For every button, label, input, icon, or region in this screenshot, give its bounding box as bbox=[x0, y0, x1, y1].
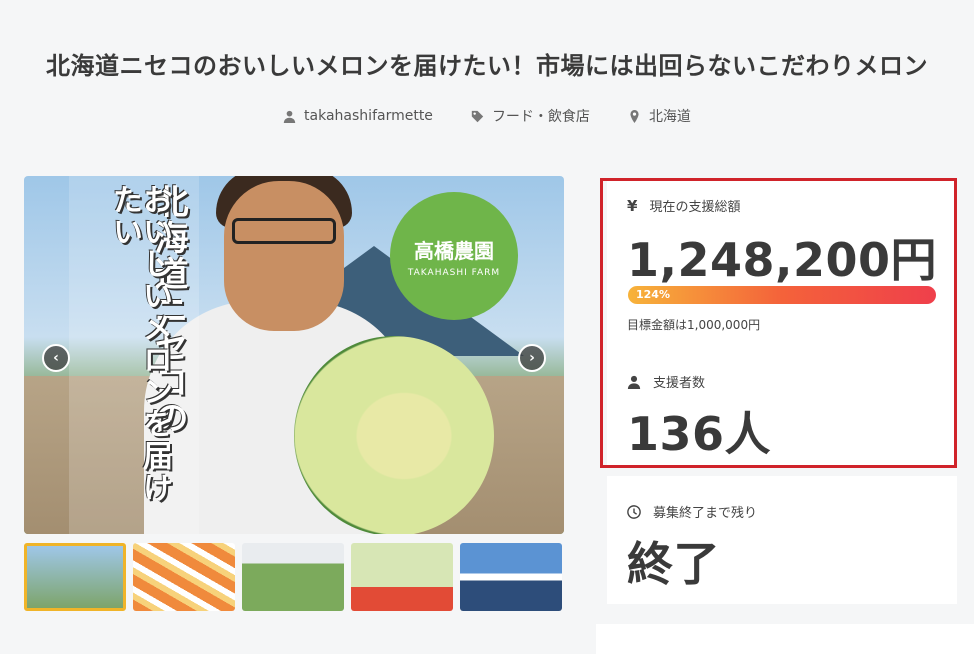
remaining-value: 終了 bbox=[627, 537, 720, 591]
next-image-button[interactable]: › bbox=[518, 344, 546, 372]
logo-text-ja: 高橋農園 bbox=[414, 238, 494, 263]
thumbnail-strip bbox=[24, 543, 564, 611]
thumbnail-3[interactable] bbox=[242, 543, 344, 611]
thumbnail-1[interactable] bbox=[24, 543, 126, 611]
project-meta: takahashifarmette フード・飲食店 北海道 bbox=[0, 106, 974, 126]
person-head bbox=[224, 181, 344, 331]
chevron-right-icon: › bbox=[529, 350, 535, 366]
glasses bbox=[232, 218, 336, 244]
thumbnail-5[interactable] bbox=[460, 543, 562, 611]
logo-text-en: TAKAHASHI FARM bbox=[407, 267, 501, 278]
author-name: takahashifarmette bbox=[304, 108, 433, 124]
melon-image bbox=[294, 336, 494, 534]
main-image[interactable]: 北海道ニセコの おいしいメロンを届けたい 高橋農園 TAKAHASHI FARM… bbox=[24, 176, 564, 534]
thumbnail-4[interactable] bbox=[351, 543, 453, 611]
footer-strip bbox=[596, 624, 974, 654]
highlight-box bbox=[600, 178, 957, 468]
author-link[interactable]: takahashifarmette bbox=[283, 106, 433, 126]
user-icon bbox=[283, 110, 296, 123]
category-name: フード・飲食店 bbox=[491, 109, 590, 125]
tag-icon bbox=[471, 110, 484, 122]
thumbnail-2[interactable] bbox=[133, 543, 235, 611]
map-pin-icon bbox=[630, 109, 639, 123]
clock-icon bbox=[627, 504, 641, 519]
chevron-left-icon: ‹ bbox=[53, 350, 59, 366]
farm-logo: 高橋農園 TAKAHASHI FARM bbox=[390, 192, 518, 320]
prev-image-button[interactable]: ‹ bbox=[42, 344, 70, 372]
category-link[interactable]: フード・飲食店 bbox=[471, 106, 590, 126]
vertical-caption-2: おいしいメロンを届けたい bbox=[107, 184, 172, 504]
location-link[interactable]: 北海道 bbox=[628, 106, 691, 126]
vertical-caption-panel: 北海道ニセコの おいしいメロンを届けたい bbox=[69, 176, 199, 534]
remaining-label-row: 募集終了まで残り bbox=[627, 502, 757, 521]
location-name: 北海道 bbox=[648, 109, 691, 125]
page-title: 北海道ニセコのおいしいメロンを届けたい！市場には出回らないこだわりメロン bbox=[46, 52, 928, 80]
remaining-label: 募集終了まで残り bbox=[653, 506, 758, 521]
